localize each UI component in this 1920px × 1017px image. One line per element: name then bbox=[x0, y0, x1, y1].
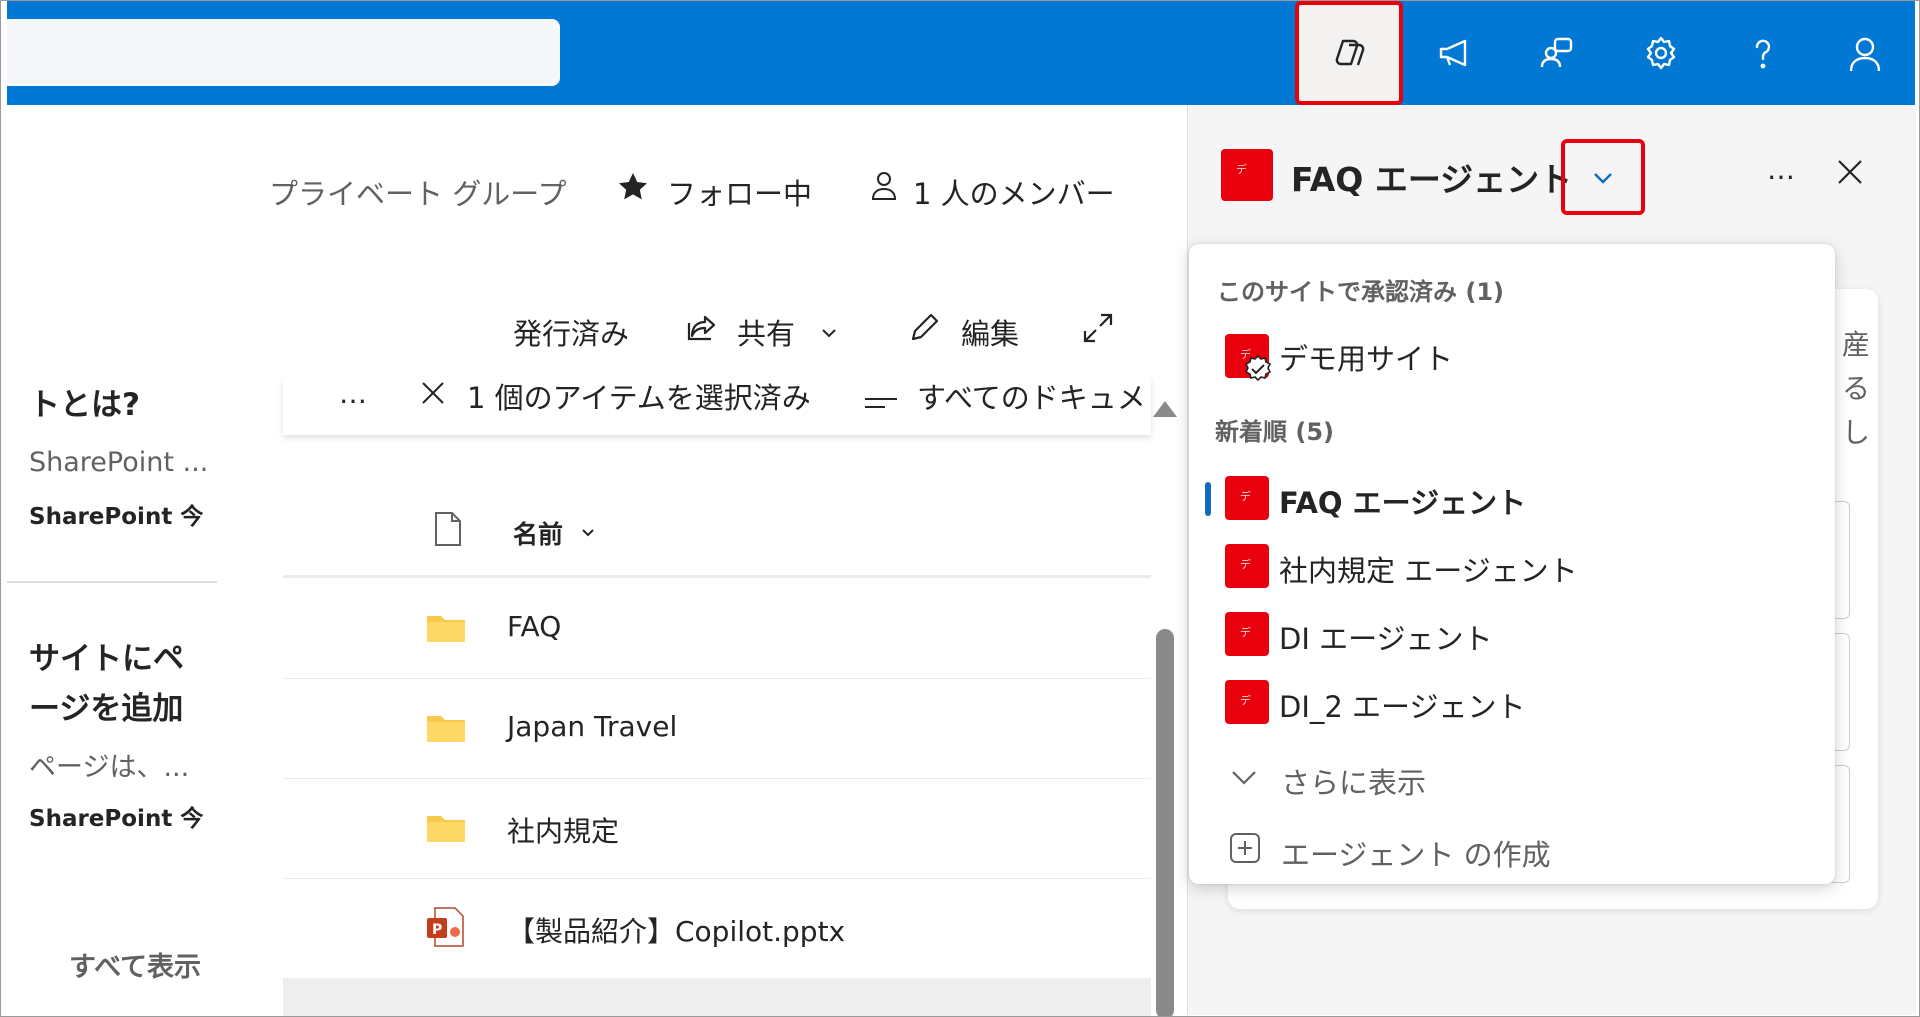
agent-icon bbox=[1225, 544, 1269, 588]
table-row[interactable]: P 【製品紹介】Copilot.pptx bbox=[283, 878, 1151, 979]
file-name[interactable]: 社内規定 bbox=[507, 810, 619, 850]
news-card-1-desc: SharePoint ... bbox=[29, 447, 209, 478]
create-agent-button[interactable]: エージェント の作成 bbox=[1189, 818, 1835, 880]
menu-item-label: DI エージェント bbox=[1279, 622, 1493, 656]
close-icon bbox=[422, 382, 444, 404]
agent-avatar bbox=[1221, 149, 1273, 201]
expand-icon bbox=[1083, 313, 1113, 343]
panel-agent-title[interactable]: FAQ エージェント bbox=[1291, 153, 1572, 201]
chevron-down-icon bbox=[1232, 771, 1256, 785]
verified-badge-icon bbox=[1244, 354, 1272, 382]
app-window: プライベート グループ フォロー中 1 人のメンバー 発行済み 共有 編集 … … bbox=[0, 0, 1920, 1017]
menu-item-faq-agent[interactable]: FAQ エージェント bbox=[1189, 466, 1835, 532]
chevron-down-icon bbox=[1594, 173, 1612, 184]
follow-label: フォロー中 bbox=[667, 177, 813, 211]
table-row[interactable]: Japan Travel bbox=[283, 678, 1151, 779]
powerpoint-icon: P bbox=[427, 907, 464, 947]
file-list-header: 名前 bbox=[283, 491, 1151, 575]
table-row-selected-partial[interactable] bbox=[283, 978, 1151, 1016]
selected-indicator bbox=[1205, 482, 1211, 516]
panel-close-button[interactable] bbox=[1835, 157, 1865, 191]
card-text-fragment: し bbox=[1842, 416, 1871, 449]
create-agent-label: エージェント の作成 bbox=[1281, 838, 1551, 872]
panel-more-button[interactable]: … bbox=[1767, 153, 1795, 186]
help-icon bbox=[1755, 39, 1771, 69]
table-row[interactable]: FAQ bbox=[283, 578, 1151, 679]
agent-icon bbox=[1225, 680, 1269, 724]
selection-more-button[interactable]: … bbox=[339, 377, 367, 410]
share-label: 共有 bbox=[737, 317, 796, 351]
group-type-label: プライベート グループ bbox=[269, 177, 567, 211]
chevron-down-icon bbox=[582, 529, 594, 537]
agent-icon bbox=[1225, 612, 1269, 656]
see-all-link[interactable]: すべて表示 bbox=[69, 945, 201, 984]
show-more-label: さらに表示 bbox=[1281, 766, 1427, 800]
close-icon bbox=[1838, 160, 1862, 184]
scrollbar-thumb[interactable] bbox=[1156, 629, 1174, 1016]
search-box[interactable] bbox=[7, 19, 560, 86]
news-card-2-title-line1[interactable]: サイトにペ bbox=[29, 633, 184, 678]
file-name[interactable]: 【製品紹介】Copilot.pptx bbox=[507, 910, 845, 950]
menu-item-label: FAQ エージェント bbox=[1279, 486, 1527, 520]
person-icon bbox=[1849, 37, 1881, 72]
selected-count-label: 1 個のアイテムを選択済み bbox=[467, 381, 811, 415]
expand-button[interactable] bbox=[1081, 311, 1115, 349]
file-type-icon bbox=[435, 512, 461, 546]
copilot-button[interactable] bbox=[1295, 1, 1403, 105]
announcement-button[interactable] bbox=[1405, 19, 1505, 87]
edit-label: 編集 bbox=[961, 317, 1020, 351]
menu-item-di-agent[interactable]: DI エージェント bbox=[1189, 602, 1835, 668]
help-button[interactable] bbox=[1713, 19, 1813, 87]
news-card-1-title[interactable]: トとは? bbox=[29, 379, 140, 424]
feedback-icon bbox=[1540, 37, 1573, 68]
feedback-button[interactable] bbox=[1507, 19, 1607, 87]
card-text-fragment: 産 bbox=[1842, 328, 1871, 361]
pencil-icon bbox=[911, 313, 939, 341]
share-icon bbox=[687, 315, 716, 341]
menu-item-label: デモ用サイト bbox=[1279, 342, 1454, 376]
card-text-fragment: る bbox=[1842, 372, 1871, 405]
scroll-up-arrow[interactable] bbox=[1153, 401, 1177, 417]
megaphone-icon bbox=[1439, 39, 1467, 67]
column-header-name[interactable]: 名前 bbox=[513, 515, 563, 551]
table-row[interactable]: 社内規定 bbox=[283, 778, 1151, 879]
agent-icon bbox=[1225, 476, 1269, 520]
chevron-down-icon bbox=[822, 329, 836, 338]
suite-header bbox=[7, 1, 1915, 105]
file-name[interactable]: FAQ bbox=[507, 610, 561, 643]
add-square-icon bbox=[1230, 833, 1260, 863]
approved-section-header: このサイトで承認済み (1) bbox=[1217, 278, 1504, 306]
folder-icon bbox=[427, 616, 465, 642]
news-card-2-title-line2[interactable]: ージを追加 bbox=[29, 683, 183, 728]
file-name[interactable]: Japan Travel bbox=[507, 710, 677, 743]
menu-item-label: 社内規定 エージェント bbox=[1279, 554, 1578, 588]
star-icon bbox=[619, 173, 647, 200]
menu-item-di2-agent[interactable]: DI_2 エージェント bbox=[1189, 670, 1835, 736]
news-card-2-desc: ページは、... bbox=[29, 752, 190, 783]
news-card-1-meta: SharePoint 今 bbox=[29, 504, 204, 530]
published-status: 発行済み bbox=[513, 317, 630, 351]
members-label: 1 人のメンバー bbox=[913, 177, 1115, 211]
agent-switcher-button[interactable] bbox=[1561, 139, 1645, 215]
show-more-button[interactable]: さらに表示 bbox=[1189, 746, 1835, 808]
menu-item-rules-agent[interactable]: 社内規定 エージェント bbox=[1189, 534, 1835, 600]
news-divider bbox=[7, 581, 217, 583]
recent-section-header: 新着順 (5) bbox=[1215, 418, 1334, 446]
menu-item-demo-site[interactable]: デモ用サイト bbox=[1189, 324, 1835, 386]
account-button[interactable] bbox=[1815, 19, 1915, 87]
svg-text:P: P bbox=[432, 922, 442, 938]
folder-icon bbox=[427, 716, 465, 742]
gear-icon bbox=[1646, 36, 1676, 70]
view-label: すべてのドキュメ bbox=[917, 381, 1146, 415]
menu-item-label: DI_2 エージェント bbox=[1279, 690, 1526, 724]
agent-dropdown-menu: このサイトで承認済み (1) デモ用サイト 新着順 (5) FAQ エージェント… bbox=[1189, 244, 1835, 884]
view-lines-icon bbox=[865, 398, 897, 408]
news-card-2-meta: SharePoint 今 bbox=[29, 806, 204, 832]
folder-icon bbox=[427, 816, 465, 842]
person-outline-icon bbox=[871, 172, 897, 200]
settings-button[interactable] bbox=[1611, 19, 1711, 87]
copilot-icon bbox=[1335, 39, 1365, 66]
